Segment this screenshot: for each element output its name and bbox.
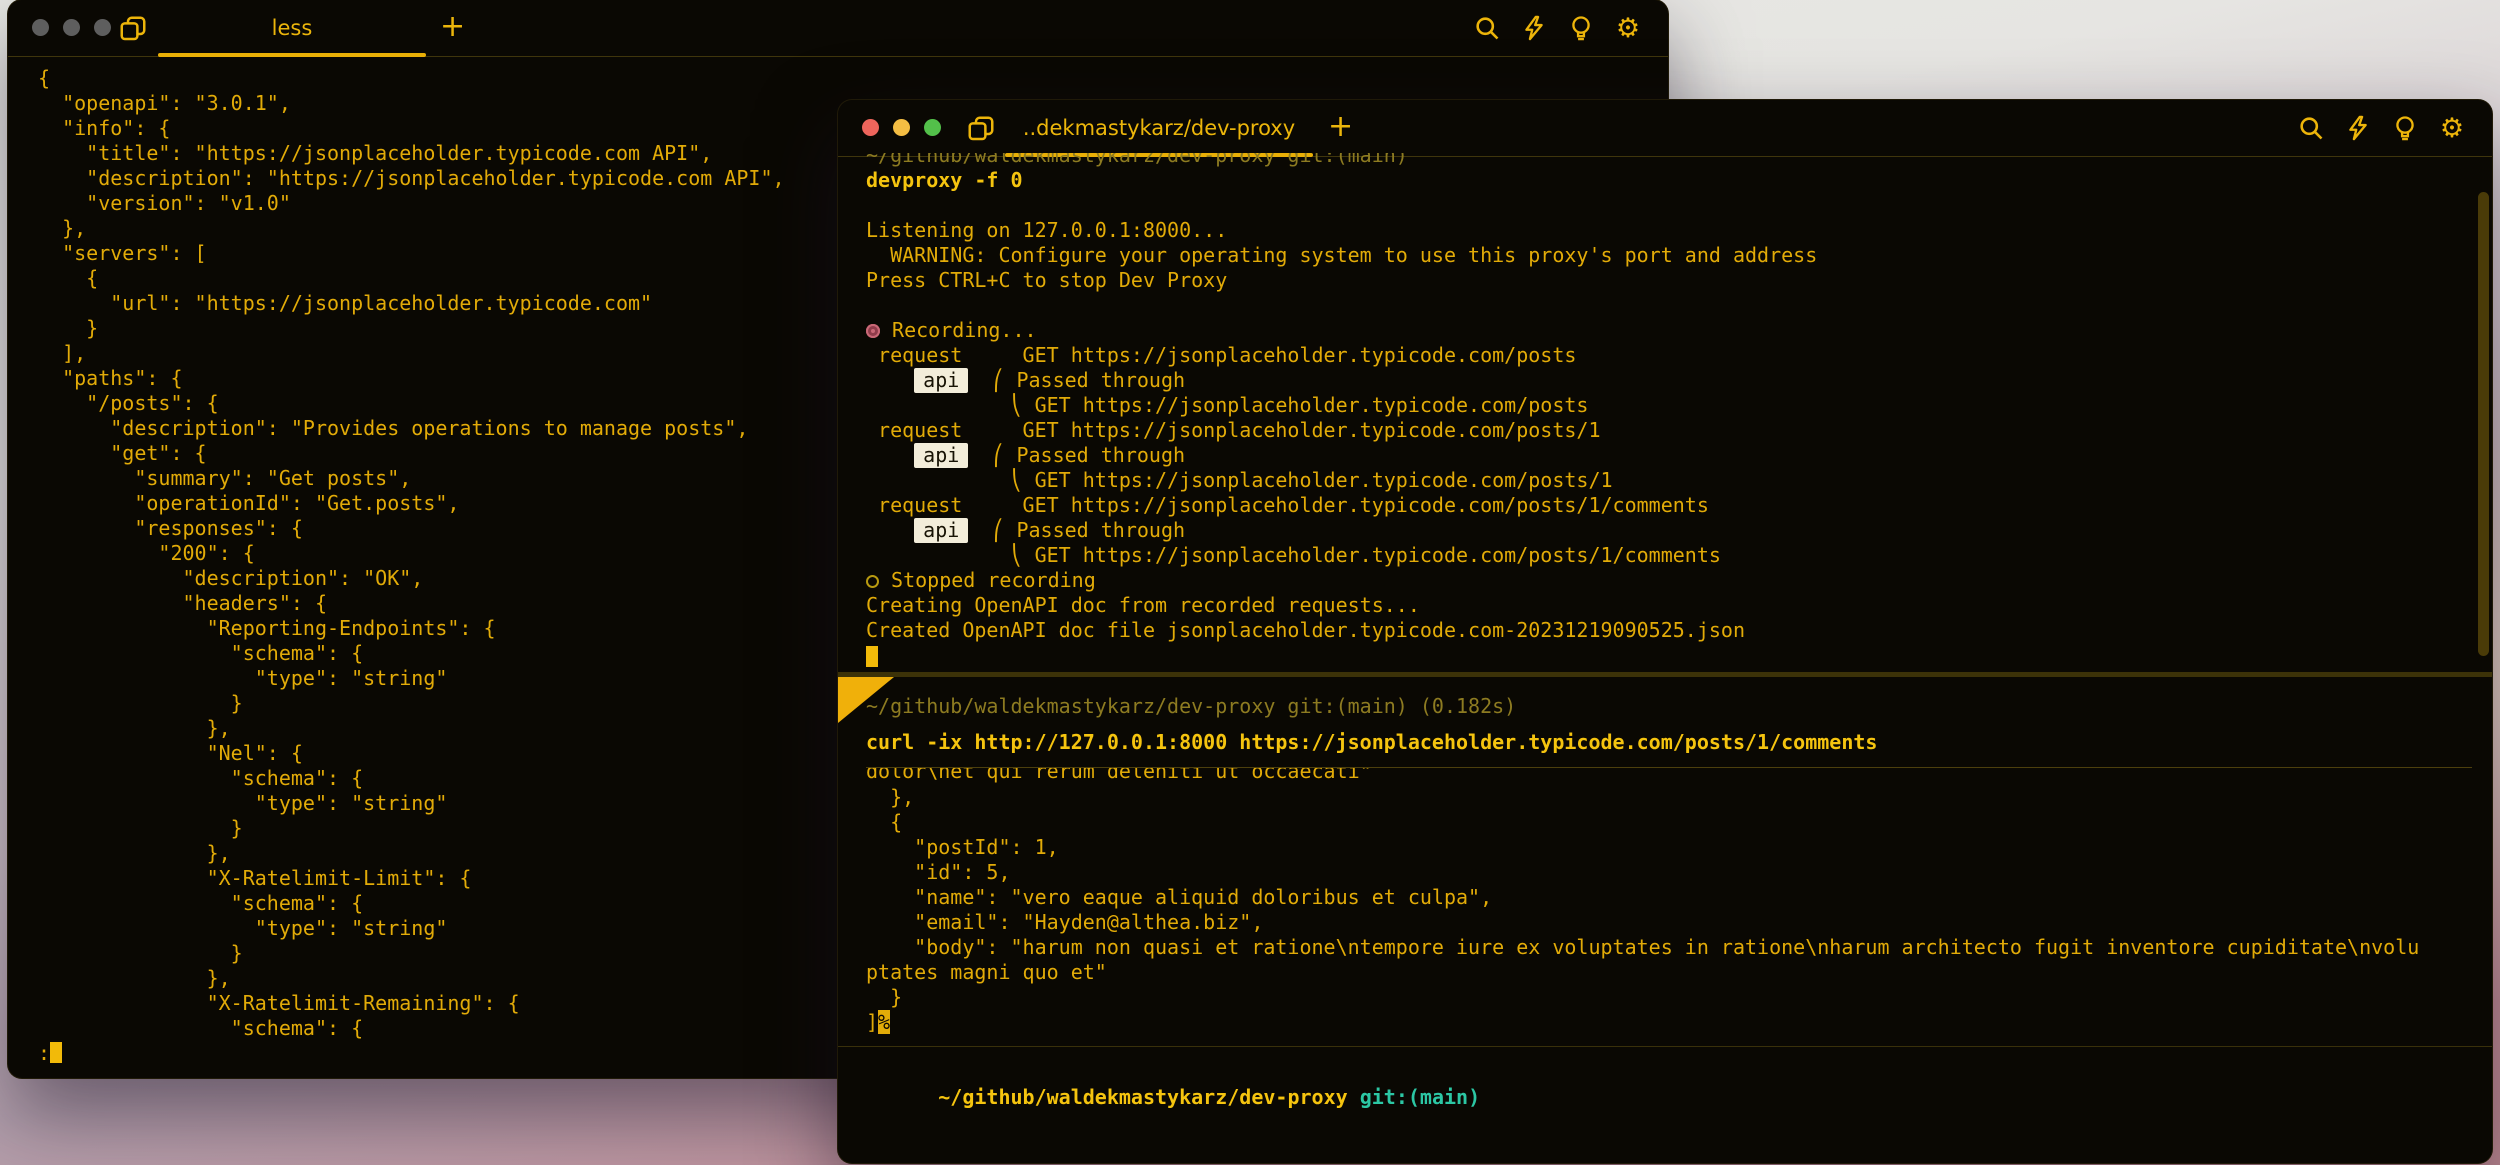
curl-block: ~/github/waldekmastykarz/dev-proxy git:(… — [866, 694, 2472, 1035]
prompt-path: ~/github/waldekmastykarz/dev-proxy — [938, 1085, 1348, 1109]
gear-icon[interactable]: ⚙ — [2438, 114, 2466, 142]
tab-dev-proxy[interactable]: ..dekmastykarz/dev-proxy — [1005, 100, 1313, 157]
terminal-line — [866, 643, 2472, 668]
recording-dot-icon — [866, 324, 880, 338]
terminal-line: Created OpenAPI doc file jsonplaceholder… — [866, 618, 1745, 642]
left-window-header: less + ⚙ — [8, 0, 1668, 57]
scrollbar-thumb[interactable] — [2478, 192, 2489, 656]
api-badge: api — [914, 368, 969, 393]
new-tab-button[interactable]: + — [1328, 109, 1353, 144]
terminal-line: WARNING: Configure your operating system… — [866, 243, 1818, 267]
prompt-divider — [838, 1046, 2492, 1047]
lightbulb-icon[interactable] — [1567, 14, 1595, 42]
terminal-line: api ⎛ Passed through — [866, 518, 2472, 543]
curl-command: curl -ix http://127.0.0.1:8000 https://j… — [866, 730, 1878, 754]
terminal-line: ⎝ GET https://jsonplaceholder.typicode.c… — [866, 393, 1589, 417]
clipped-output-line: dolor\net qui rerum deleniti ut occaecat… — [866, 767, 2472, 785]
right-window-header: ..dekmastykarz/dev-proxy + ⚙ — [838, 100, 2492, 157]
close-button[interactable] — [32, 19, 49, 36]
terminal-line: ptates magni quo et" — [866, 960, 1107, 984]
terminal-line: "postId": 1, — [866, 835, 1059, 859]
terminal-line: Listening on 127.0.0.1:8000... — [866, 218, 1228, 242]
terminal-line: request GET https://jsonplaceholder.typi… — [866, 418, 1601, 442]
block-divider — [838, 672, 2492, 677]
shell-prompt[interactable]: ~/github/waldekmastykarz/dev-proxy git:(… — [866, 1060, 2472, 1109]
terminal-line: } — [866, 985, 903, 1009]
search-icon[interactable] — [1473, 14, 1501, 42]
lightning-icon[interactable] — [1520, 14, 1548, 42]
terminal-line: ⎝ GET https://jsonplaceholder.typicode.c… — [866, 468, 1613, 492]
terminal-line: devproxy -f 0 — [866, 168, 1023, 192]
less-prompt: : — [38, 1041, 51, 1065]
terminal-line: Recording... — [866, 318, 2472, 343]
terminal-line: Press CTRL+C to stop Dev Proxy — [866, 268, 1228, 292]
terminal-line: api ⎛ Passed through — [866, 368, 2472, 393]
api-badge: api — [914, 443, 969, 468]
curl-prompt-line: ~/github/waldekmastykarz/dev-proxy git:(… — [866, 694, 1517, 718]
left-window-controls — [32, 19, 111, 36]
tab-less[interactable]: less — [158, 0, 426, 57]
terminal-line: request GET https://jsonplaceholder.typi… — [866, 343, 1577, 367]
terminal-line: "id": 5, — [866, 860, 1011, 884]
left-toolbar: ⚙ — [1473, 14, 1642, 42]
new-tab-button[interactable]: + — [440, 9, 465, 44]
terminal-line: { — [38, 66, 51, 90]
api-badge: api — [914, 518, 969, 543]
clipped-output-text: dolor\net qui rerum deleniti ut occaecat… — [866, 767, 1372, 783]
block-cursor — [866, 646, 878, 667]
scrollback-prompt: ~/github/waldekmastykarz/dev-proxy git:(… — [866, 153, 1408, 167]
minimize-button[interactable] — [63, 19, 80, 36]
clipped-scrollback-line: ~/github/waldekmastykarz/dev-proxy git:(… — [866, 153, 2472, 167]
tab-title: less — [271, 16, 313, 40]
zoom-button[interactable] — [94, 19, 111, 36]
terminal-line: { — [866, 810, 903, 834]
terminal-line: "body": "harum non quasi et ratione\ntem… — [866, 935, 2420, 959]
terminal-line: "name": "vero eaque aliquid doloribus et… — [866, 885, 1493, 909]
prompt-git-branch: git:(main) — [1359, 1085, 1481, 1109]
devproxy-output-lines: devproxy -f 0 Listening on 127.0.0.1:800… — [866, 168, 2472, 668]
right-window-controls — [862, 119, 941, 136]
bookmarks-icon[interactable] — [118, 14, 148, 48]
close-button[interactable] — [862, 119, 879, 136]
right-toolbar: ⚙ — [2297, 114, 2466, 142]
curl-output-lines: }, { "postId": 1, "id": 5, "name": "vero… — [866, 785, 2472, 1035]
terminal-line: "email": "Hayden@althea.biz", — [866, 910, 1264, 934]
lightbulb-icon[interactable] — [2391, 114, 2419, 142]
terminal-line: Stopped recording — [866, 568, 2472, 593]
terminal-line: }, — [866, 785, 915, 809]
right-terminal-window: ..dekmastykarz/dev-proxy + ⚙ ~/github/wa… — [838, 100, 2492, 1163]
minimize-button[interactable] — [893, 119, 910, 136]
active-tab-underline — [158, 53, 426, 57]
search-icon[interactable] — [2297, 114, 2325, 142]
terminal-line: ⎝ GET https://jsonplaceholder.typicode.c… — [866, 543, 1721, 567]
stopped-dot-icon — [866, 575, 879, 588]
text-cursor — [50, 1042, 63, 1063]
terminal-line: api ⎛ Passed through — [866, 443, 2472, 468]
terminal-line: ]% — [866, 1010, 891, 1034]
bookmarks-icon[interactable] — [966, 114, 996, 148]
gear-icon[interactable]: ⚙ — [1614, 14, 1642, 42]
terminal-line: Creating OpenAPI doc from recorded reque… — [866, 593, 1420, 617]
zoom-button[interactable] — [924, 119, 941, 136]
tab-title: ..dekmastykarz/dev-proxy — [1022, 116, 1296, 140]
lightning-icon[interactable] — [2344, 114, 2372, 142]
terminal-line: request GET https://jsonplaceholder.typi… — [866, 493, 1709, 517]
devproxy-block-output: devproxy -f 0 Listening on 127.0.0.1:800… — [866, 168, 2472, 668]
